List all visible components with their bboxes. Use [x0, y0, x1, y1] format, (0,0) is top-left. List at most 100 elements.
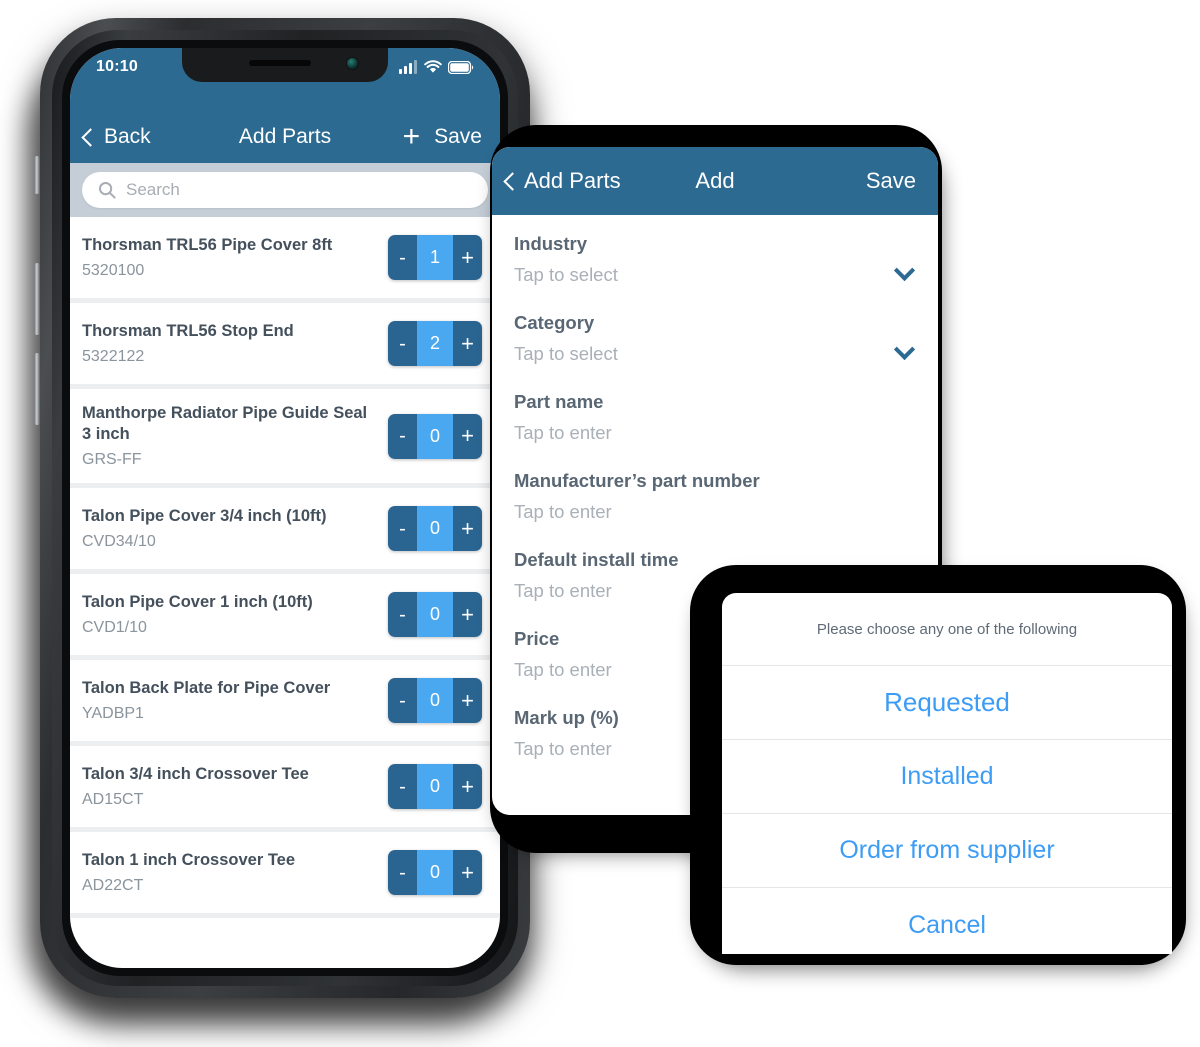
quantity-value: 2 — [417, 321, 453, 366]
quantity-value: 0 — [417, 592, 453, 638]
part-list-item[interactable]: Talon 3/4 inch Crossover Tee AD15CT -0 + — [70, 746, 500, 833]
quantity-decrement-button[interactable]: - — [388, 413, 417, 459]
quantity-stepper[interactable]: -0 + — [388, 678, 482, 724]
front-camera-icon — [347, 58, 358, 69]
quantity-decrement-button[interactable]: - — [388, 592, 417, 638]
search-icon — [99, 182, 116, 199]
status-clock: 10:10 — [96, 58, 138, 75]
quantity-value: 1 — [417, 235, 453, 280]
part-list-item[interactable]: Talon Back Plate for Pipe Cover YADBP1 -0 + — [70, 660, 500, 747]
part-list-item[interactable]: Talon 1 inch Crossover Tee AD22CT -0 + — [70, 832, 500, 919]
quantity-decrement-button[interactable]: - — [388, 235, 417, 280]
quantity-stepper[interactable]: -0 + — [388, 506, 482, 552]
field-label: Category — [514, 312, 595, 333]
quantity-decrement-button[interactable]: - — [388, 506, 417, 552]
quantity-increment-button[interactable]: + — [453, 764, 482, 810]
quantity-stepper[interactable]: -0 + — [388, 413, 482, 459]
status-indicators — [399, 60, 474, 74]
part-code: CVD34/10 — [82, 533, 156, 551]
form-field[interactable]: Category Tap to select — [514, 312, 916, 365]
quantity-value: 0 — [417, 764, 453, 810]
quantity-increment-button[interactable]: + — [453, 235, 482, 280]
part-list-item[interactable]: Talon Pipe Cover 1 inch (10ft) CVD1/10 -0 + — [70, 574, 500, 661]
action-sheet-option[interactable]: Requested — [722, 666, 1172, 740]
screenshot-stage: 10:10 Back Add Parts + Save Search Thors… — [0, 0, 1200, 1047]
quantity-value: 0 — [417, 678, 453, 724]
quantity-stepper[interactable]: -0 + — [388, 850, 482, 896]
earpiece-speaker — [249, 60, 312, 66]
back-button[interactable]: Back — [81, 125, 151, 149]
volume-down-button[interactable] — [34, 353, 40, 425]
part-code: 5322122 — [82, 348, 145, 366]
part-code: AD22CT — [82, 877, 144, 895]
volume-up-button[interactable] — [34, 263, 40, 335]
part-name: Talon 1 inch Crossover Tee — [82, 851, 296, 870]
field-value: Tap to enter — [514, 422, 612, 443]
volume-mute-button[interactable] — [34, 156, 40, 194]
quantity-increment-button[interactable]: + — [453, 506, 482, 552]
quantity-increment-button[interactable]: + — [453, 592, 482, 638]
action-sheet-option[interactable]: Order from supplier — [722, 814, 1172, 888]
quantity-stepper[interactable]: -0 + — [388, 764, 482, 810]
battery-icon — [448, 60, 474, 74]
part-list-item[interactable]: Thorsman TRL56 Pipe Cover 8ft 5320100 -1 + — [70, 217, 500, 303]
quantity-stepper[interactable]: -2 + — [388, 321, 482, 366]
part-code: 5320100 — [82, 262, 145, 280]
quantity-increment-button[interactable]: + — [453, 321, 482, 366]
form-field[interactable]: Part name Tap to enter — [514, 391, 916, 444]
part-list-item[interactable]: Talon Pipe Cover 3/4 inch (10ft) CVD34/10… — [70, 488, 500, 575]
field-label: Part name — [514, 391, 604, 412]
part-info: Thorsman TRL56 Pipe Cover 8ft 5320100 — [82, 235, 388, 280]
part-info: Talon 1 inch Crossover Tee AD22CT — [82, 850, 388, 895]
phone-screen-left: 10:10 Back Add Parts + Save Search Thors… — [70, 48, 500, 968]
part-name: Talon Back Plate for Pipe Cover — [82, 679, 331, 698]
part-info: Talon Pipe Cover 3/4 inch (10ft) CVD34/10 — [82, 506, 388, 551]
part-name: Thorsman TRL56 Stop End — [82, 321, 294, 340]
phone-device-right: Please choose any one of the following R… — [690, 565, 1190, 985]
quantity-decrement-button[interactable]: - — [388, 764, 417, 810]
form-field[interactable]: Manufacturer’s part number Tap to enter — [514, 470, 916, 523]
parts-list[interactable]: Thorsman TRL56 Pipe Cover 8ft 5320100-1 + T… — [70, 217, 500, 919]
part-name: Talon Pipe Cover 3/4 inch (10ft) — [82, 507, 327, 526]
part-code: GRS-FF — [82, 451, 142, 469]
part-code: YADBP1 — [82, 705, 144, 723]
field-value: Tap to select — [514, 264, 618, 285]
part-name: Talon 3/4 inch Crossover Tee — [82, 765, 309, 784]
signal-bars-icon — [399, 60, 417, 74]
save-button[interactable]: Save — [866, 168, 916, 194]
part-info: Talon 3/4 inch Crossover Tee AD15CT — [82, 764, 388, 809]
search-bar-container: Search — [70, 163, 500, 217]
quantity-stepper[interactable]: -1 + — [388, 235, 482, 280]
phone-device-left: 10:10 Back Add Parts + Save Search Thors… — [18, 8, 538, 1030]
chevron-left-icon — [81, 127, 100, 147]
navigation-bar-middle: Add Parts Add Save — [492, 147, 938, 215]
quantity-decrement-button[interactable]: - — [388, 850, 417, 896]
form-field[interactable]: Industry Tap to select — [514, 233, 916, 286]
field-label: Manufacturer’s part number — [514, 470, 760, 491]
quantity-increment-button[interactable]: + — [453, 850, 482, 896]
quantity-increment-button[interactable]: + — [453, 678, 482, 724]
quantity-increment-button[interactable]: + — [453, 413, 482, 459]
save-button[interactable]: Save — [434, 125, 482, 149]
part-info: Talon Back Plate for Pipe Cover YADBP1 — [82, 678, 388, 723]
action-sheet-option[interactable]: Installed — [722, 740, 1172, 814]
field-value: Tap to enter — [514, 501, 612, 522]
action-sheet-option[interactable]: Cancel — [722, 888, 1172, 954]
quantity-value: 0 — [417, 850, 453, 896]
search-input[interactable]: Search — [82, 172, 488, 208]
quantity-stepper[interactable]: -0 + — [388, 592, 482, 638]
plus-icon[interactable]: + — [403, 122, 421, 152]
part-code: AD15CT — [82, 791, 144, 809]
part-name: Manthorpe Radiator Pipe Guide Seal 3 inc… — [82, 404, 368, 444]
device-notch — [182, 48, 388, 82]
quantity-decrement-button[interactable]: - — [388, 678, 417, 724]
part-name: Talon Pipe Cover 1 inch (10ft) — [82, 593, 313, 612]
quantity-decrement-button[interactable]: - — [388, 321, 417, 366]
part-list-item[interactable]: Thorsman TRL56 Stop End 5322122 -2 + — [70, 303, 500, 389]
field-value: Tap to select — [514, 343, 618, 364]
part-list-item[interactable]: Manthorpe Radiator Pipe Guide Seal 3 inc… — [70, 389, 500, 489]
quantity-value: 0 — [417, 413, 453, 459]
wifi-icon — [424, 60, 442, 73]
part-info: Manthorpe Radiator Pipe Guide Seal 3 inc… — [82, 403, 388, 469]
navbar-actions: + Save — [403, 122, 482, 152]
